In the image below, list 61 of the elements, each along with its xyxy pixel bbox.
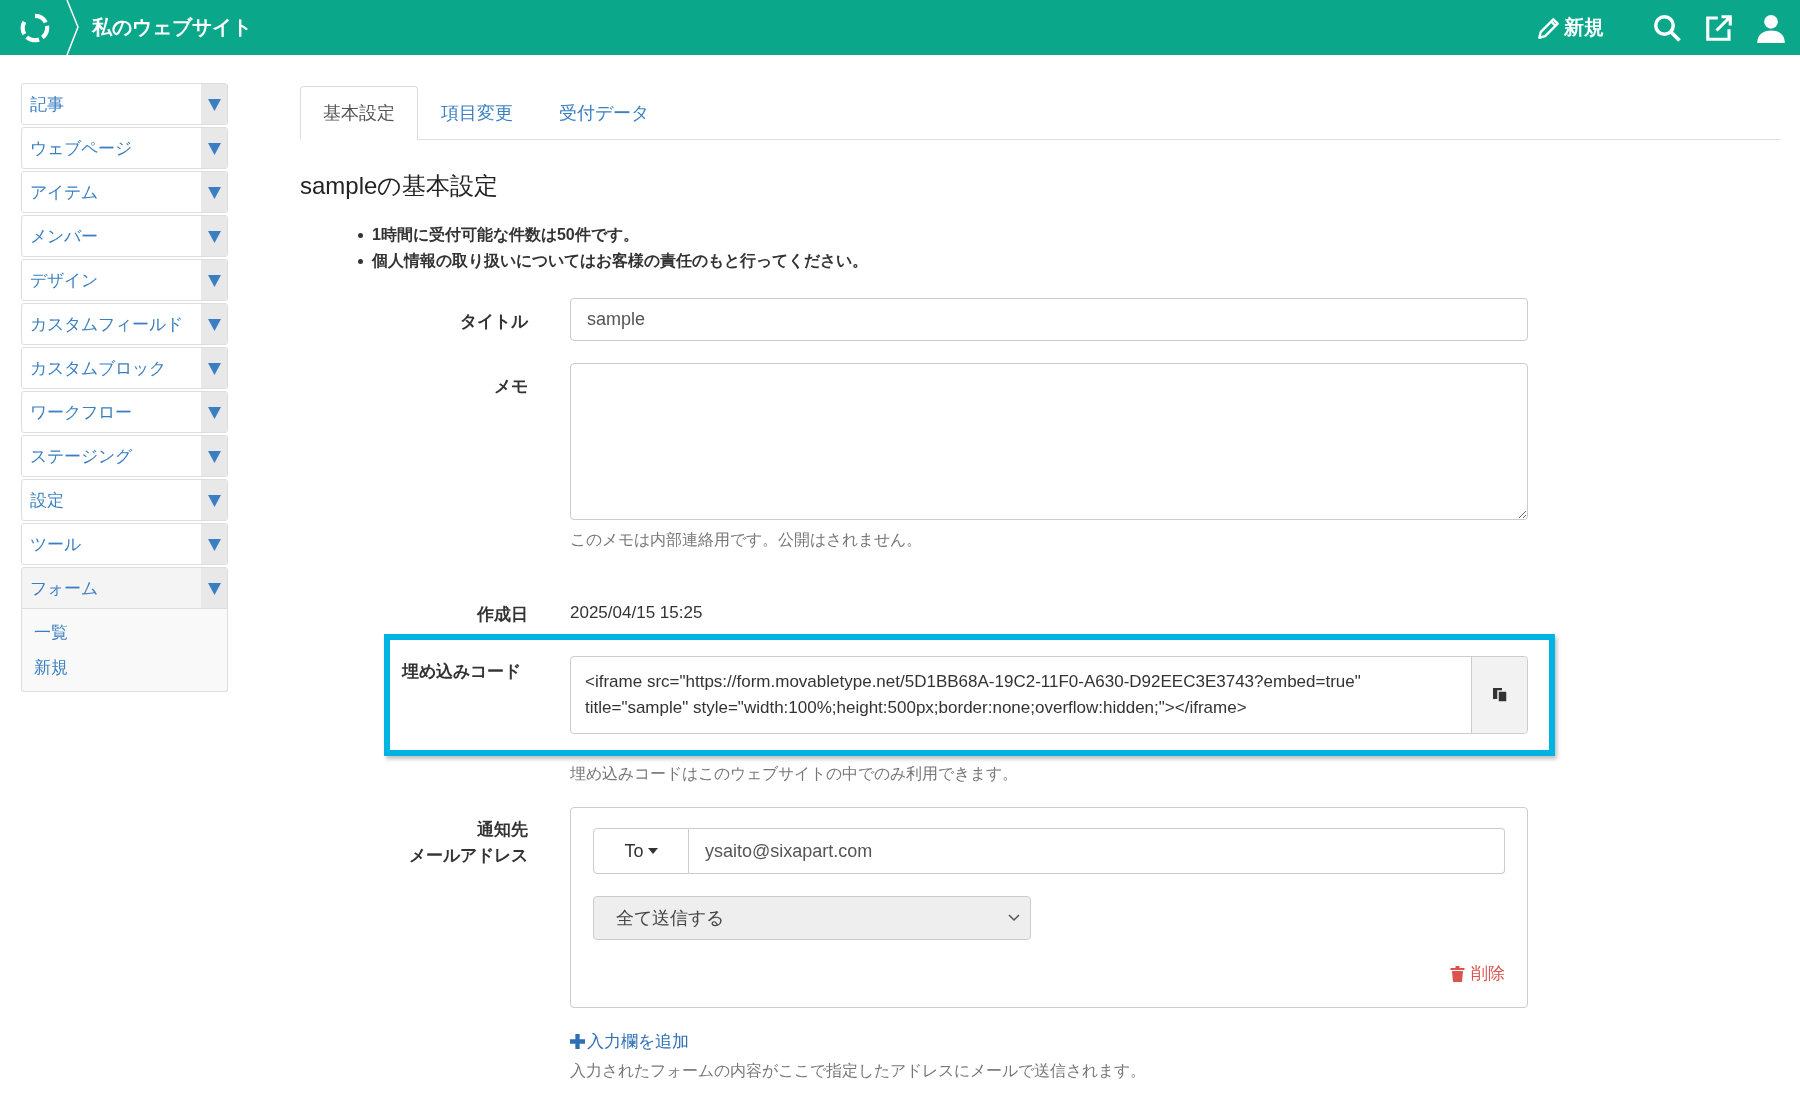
submenu-link[interactable]: 新規: [34, 656, 68, 679]
chevron-divider-icon: [66, 0, 80, 55]
search-icon[interactable]: [1652, 12, 1682, 43]
dropdown-triangle-icon[interactable]: [207, 317, 221, 331]
dropdown-triangle-icon[interactable]: [207, 97, 221, 111]
notice-text: 1時間に受付可能な件数は50件です。: [372, 225, 639, 246]
sidebar-menu-item[interactable]: アイテム: [21, 171, 228, 213]
help-text: 入力されたフォームの内容がここで指定したアドレスにメールで送信されます。: [570, 1061, 1147, 1081]
recipient-type-dropdown[interactable]: To: [593, 828, 689, 874]
sidebar-menu-item[interactable]: ワークフロー: [21, 391, 228, 433]
dropdown-triangle-icon[interactable]: [207, 581, 221, 595]
email-input-field[interactable]: ysaito@sixapart.com: [689, 828, 1505, 874]
external-link-icon[interactable]: [1704, 12, 1734, 43]
field-label: タイトル: [459, 311, 528, 333]
new-button[interactable]: 新規: [1536, 14, 1604, 41]
dropdown-triangle-icon[interactable]: [207, 361, 221, 375]
plus-icon: [570, 1034, 585, 1049]
sidebar-menu-item[interactable]: ステージング: [21, 435, 228, 477]
caret-icon: [647, 848, 658, 854]
send-mode-dropdown[interactable]: 全て送信する: [593, 896, 1031, 940]
dropdown-triangle-icon[interactable]: [207, 493, 221, 507]
site-title[interactable]: 私のウェブサイト: [92, 14, 252, 41]
bullet-icon: [358, 258, 363, 264]
sidebar-menu-item[interactable]: ウェブページ: [21, 127, 228, 169]
field-label: メールアドレス: [409, 845, 528, 867]
field-label: メモ: [493, 376, 528, 398]
sidebar-menu-item[interactable]: デザイン: [21, 259, 228, 301]
page-heading: sampleの基本設定: [300, 171, 500, 201]
delete-button[interactable]: 削除: [1450, 962, 1505, 985]
tab[interactable]: 項目変更: [418, 86, 536, 140]
trash-icon: [1450, 965, 1465, 982]
user-icon[interactable]: [1756, 12, 1786, 43]
dropdown-triangle-icon[interactable]: [207, 449, 221, 463]
field-label: 通知先: [477, 819, 528, 841]
help-text: このメモは内部連絡用です。公開はされません。: [570, 530, 923, 550]
field-label: 作成日: [475, 604, 528, 626]
bullet-icon: [358, 232, 363, 238]
ring-logo-icon[interactable]: [20, 12, 50, 43]
dropdown-triangle-icon[interactable]: [207, 273, 221, 287]
dropdown-triangle-icon[interactable]: [207, 185, 221, 199]
dropdown-triangle-icon[interactable]: [207, 537, 221, 551]
created-date-value: 2025/04/15 15:25: [570, 603, 704, 623]
sidebar-menu-item[interactable]: カスタムブロック: [21, 347, 228, 389]
dropdown-triangle-icon[interactable]: [207, 229, 221, 243]
dropdown-triangle-icon[interactable]: [207, 405, 221, 419]
sidebar-menu-item[interactable]: メンバー: [21, 215, 228, 257]
sidebar-menu-item[interactable]: カスタムフィールド: [21, 303, 228, 345]
chevron-down-icon: [1008, 914, 1020, 922]
add-field-link[interactable]: 入力欄を追加: [570, 1030, 689, 1053]
dropdown-triangle-icon[interactable]: [207, 141, 221, 155]
notice-text: 個人情報の取り扱いについてはお客様の責任のもと行ってください。: [372, 251, 868, 272]
tab[interactable]: 受付データ: [536, 86, 672, 140]
tab[interactable]: 基本設定: [300, 86, 418, 140]
sidebar-menu-item[interactable]: 記事: [21, 83, 228, 125]
title-input-field[interactable]: sample: [570, 298, 1528, 341]
sidebar-menu-item[interactable]: フォーム: [21, 567, 228, 609]
sidebar-menu-item[interactable]: 設定: [21, 479, 228, 521]
field-label: 埋め込みコード: [400, 661, 522, 683]
submenu-link[interactable]: 一覧: [34, 621, 68, 644]
help-text: 埋め込みコードはこのウェブサイトの中でのみ利用できます。: [570, 764, 1019, 784]
sidebar-menu-item[interactable]: ツール: [21, 523, 228, 565]
